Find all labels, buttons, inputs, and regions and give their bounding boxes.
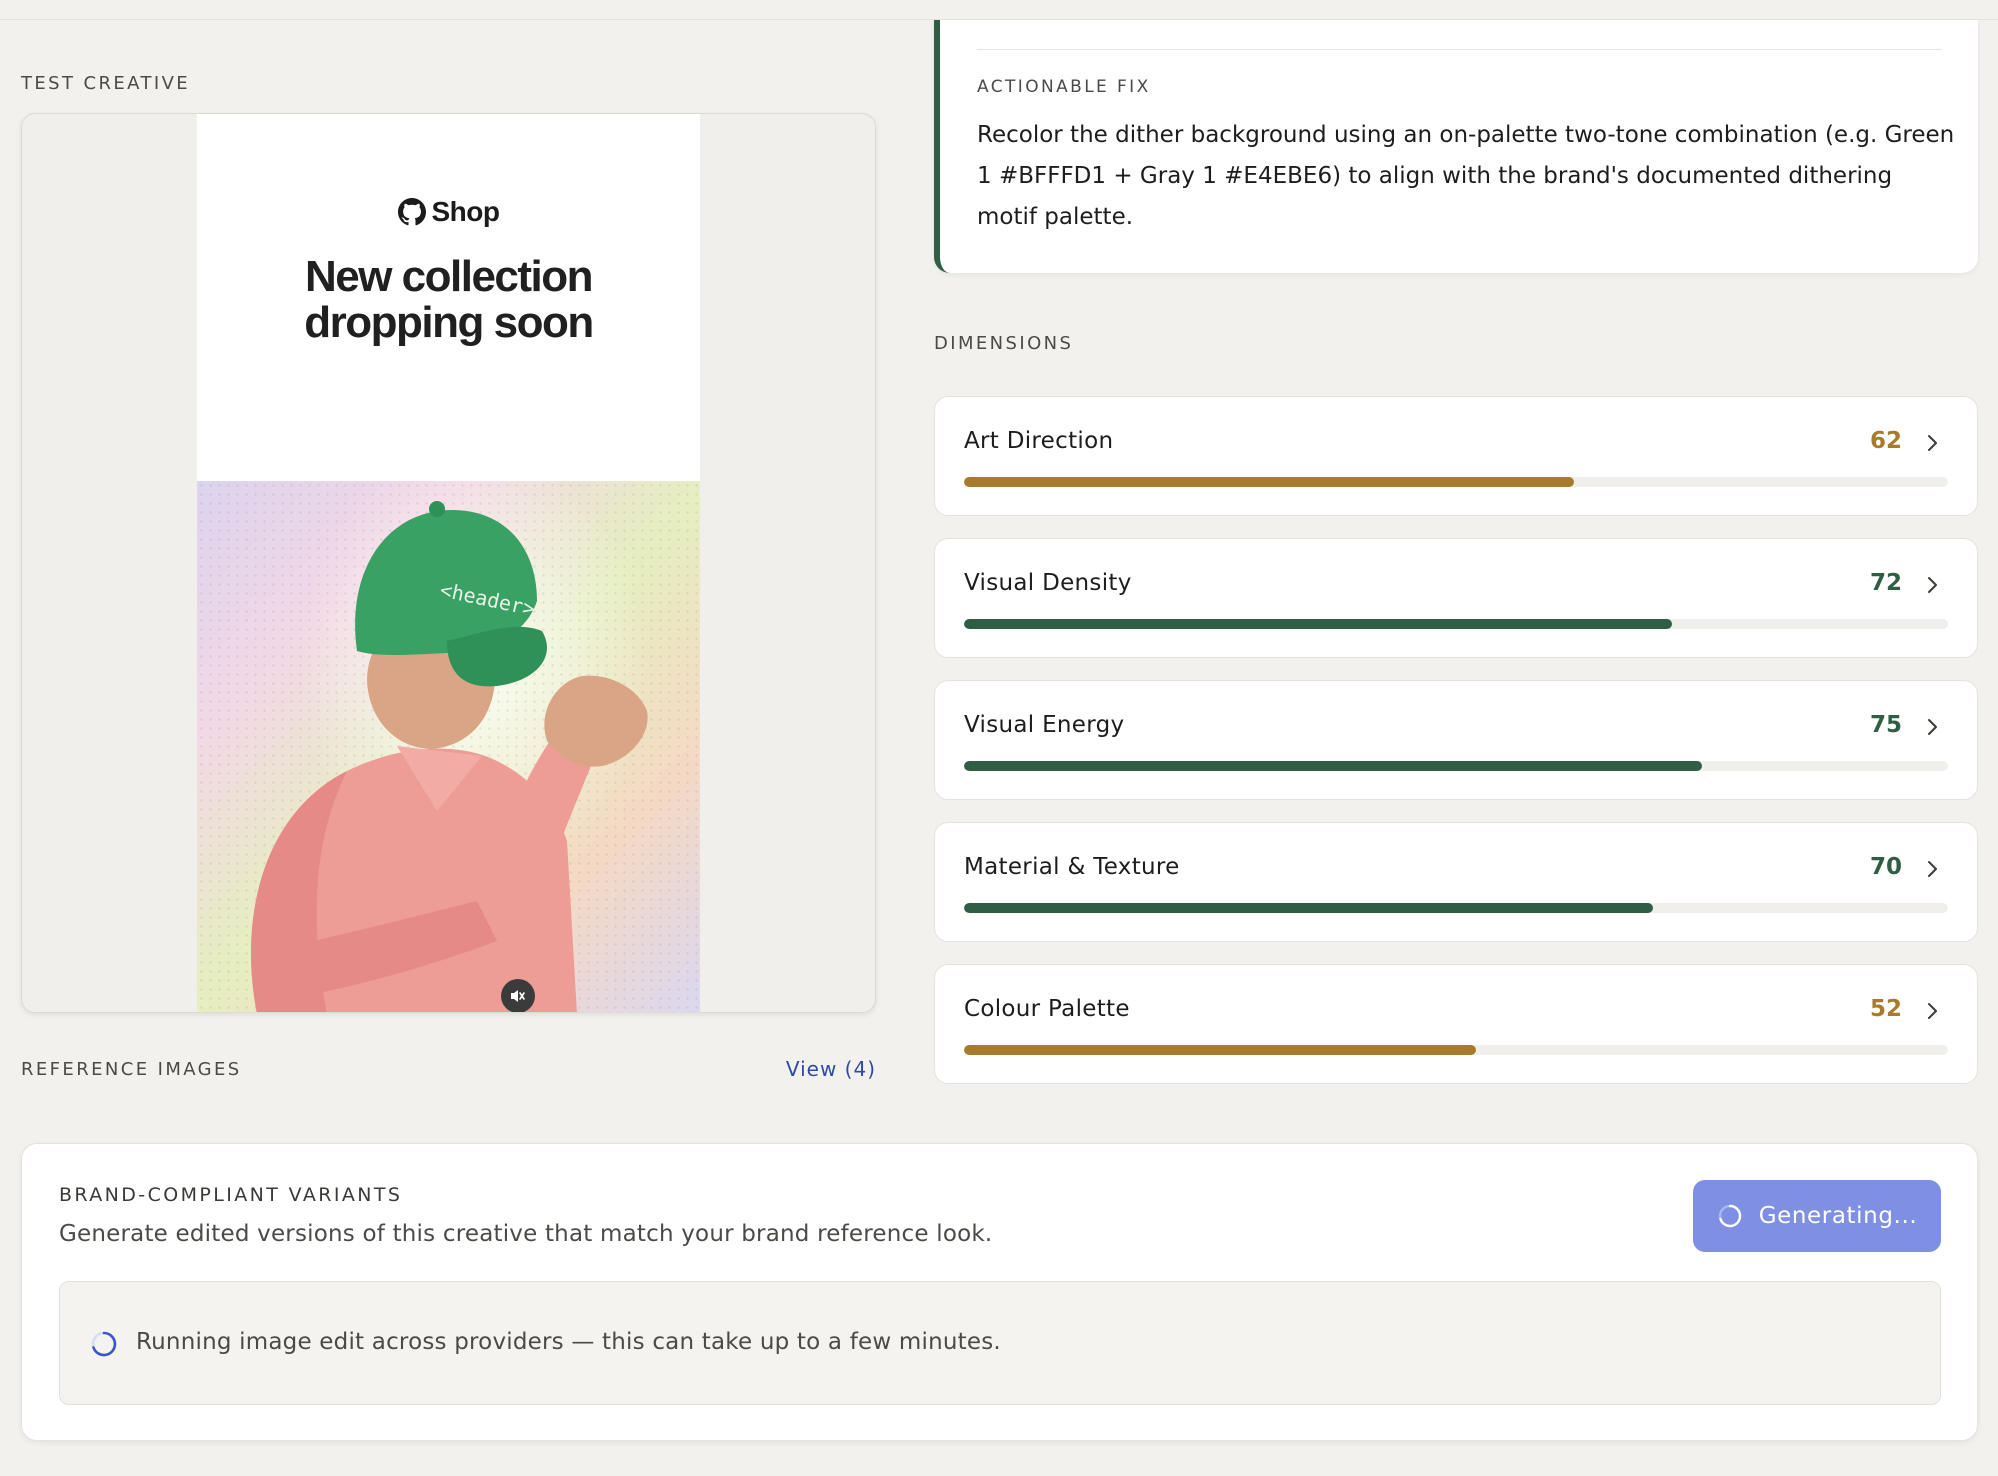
dimension-score: 52	[1869, 996, 1902, 1022]
dimension-progress-fill	[964, 477, 1575, 487]
chevron-right-icon	[1928, 861, 1937, 877]
mute-button[interactable]	[501, 979, 535, 1012]
ad-headline: New collection dropping soon	[197, 254, 700, 346]
dimension-name: Visual Energy	[964, 712, 1125, 738]
dimension-card-visual-density[interactable]: Visual Density 72	[934, 538, 1978, 658]
dimension-progress-fill	[964, 1045, 1476, 1055]
generating-button-label: Generating...	[1758, 1203, 1918, 1229]
variants-label: BRAND-COMPLIANT VARIANTS	[59, 1184, 403, 1206]
ad-headline-line-1: New collection	[304, 252, 594, 301]
dimension-card-visual-energy[interactable]: Visual Energy 75	[934, 680, 1978, 800]
ad-headline-line-2: dropping soon	[304, 298, 594, 347]
dimension-progress-fill	[964, 619, 1673, 629]
dimension-card-colour-palette[interactable]: Colour Palette 52	[934, 964, 1978, 1084]
ad-brand-name: Shop	[431, 196, 501, 227]
generating-button[interactable]: Generating...	[1693, 1180, 1941, 1252]
spinner-icon	[91, 1331, 117, 1357]
chevron-right-icon	[1928, 719, 1937, 735]
model-illustration: <header>	[251, 501, 648, 1012]
dimension-score: 72	[1869, 570, 1902, 596]
ad-brand: Shop	[197, 196, 700, 228]
chevron-right-icon	[1928, 577, 1937, 593]
dimension-progress-fill	[964, 761, 1702, 771]
dimension-score: 75	[1869, 712, 1902, 738]
view-reference-images-link[interactable]: View (4)	[786, 1057, 876, 1081]
spinner-icon	[1718, 1204, 1741, 1228]
progress-status-text: Running image edit across providers — th…	[136, 1329, 1001, 1355]
reference-images-label: REFERENCE IMAGES	[21, 1059, 242, 1080]
mute-icon	[511, 990, 525, 1002]
dimension-score: 70	[1869, 854, 1902, 880]
dimension-progress-track	[964, 903, 1948, 913]
test-creative-label: TEST CREATIVE	[21, 73, 191, 94]
top-divider	[0, 0, 1998, 20]
dimension-progress-fill	[964, 903, 1653, 913]
progress-status-box: Running image edit across providers — th…	[59, 1281, 1941, 1405]
dimension-name: Colour Palette	[964, 996, 1130, 1022]
dimension-name: Art Direction	[964, 428, 1114, 454]
dimension-progress-track	[964, 619, 1948, 629]
dimension-progress-track	[964, 477, 1948, 487]
actionable-fix-card: ACTIONABLE FIX Recolor the dither backgr…	[934, 20, 1978, 273]
chevron-right-icon	[1928, 1003, 1937, 1019]
creative-ad: Shop New collection dropping soon <heade…	[197, 114, 700, 1012]
dimension-name: Material & Texture	[964, 854, 1180, 880]
dimension-progress-track	[964, 1045, 1948, 1055]
fix-divider	[977, 49, 1942, 50]
chevron-right-icon	[1928, 435, 1937, 451]
ad-photo: <header>	[197, 481, 700, 1012]
dimension-name: Visual Density	[964, 570, 1132, 596]
variants-description: Generate edited versions of this creativ…	[59, 1221, 993, 1247]
dimension-score: 62	[1869, 428, 1902, 454]
actionable-fix-label: ACTIONABLE FIX	[977, 77, 1151, 97]
github-icon	[397, 198, 426, 226]
dimensions-label: DIMENSIONS	[934, 333, 1074, 354]
actionable-fix-text: Recolor the dither background using an o…	[977, 122, 1955, 230]
dimension-card-art-direction[interactable]: Art Direction 62	[934, 396, 1978, 516]
brand-compliant-variants-card: BRAND-COMPLIANT VARIANTS Generate edited…	[21, 1143, 1978, 1441]
dimension-card-material-texture[interactable]: Material & Texture 70	[934, 822, 1978, 942]
test-creative-preview: Shop New collection dropping soon <heade…	[21, 113, 876, 1013]
dimension-progress-track	[964, 761, 1948, 771]
